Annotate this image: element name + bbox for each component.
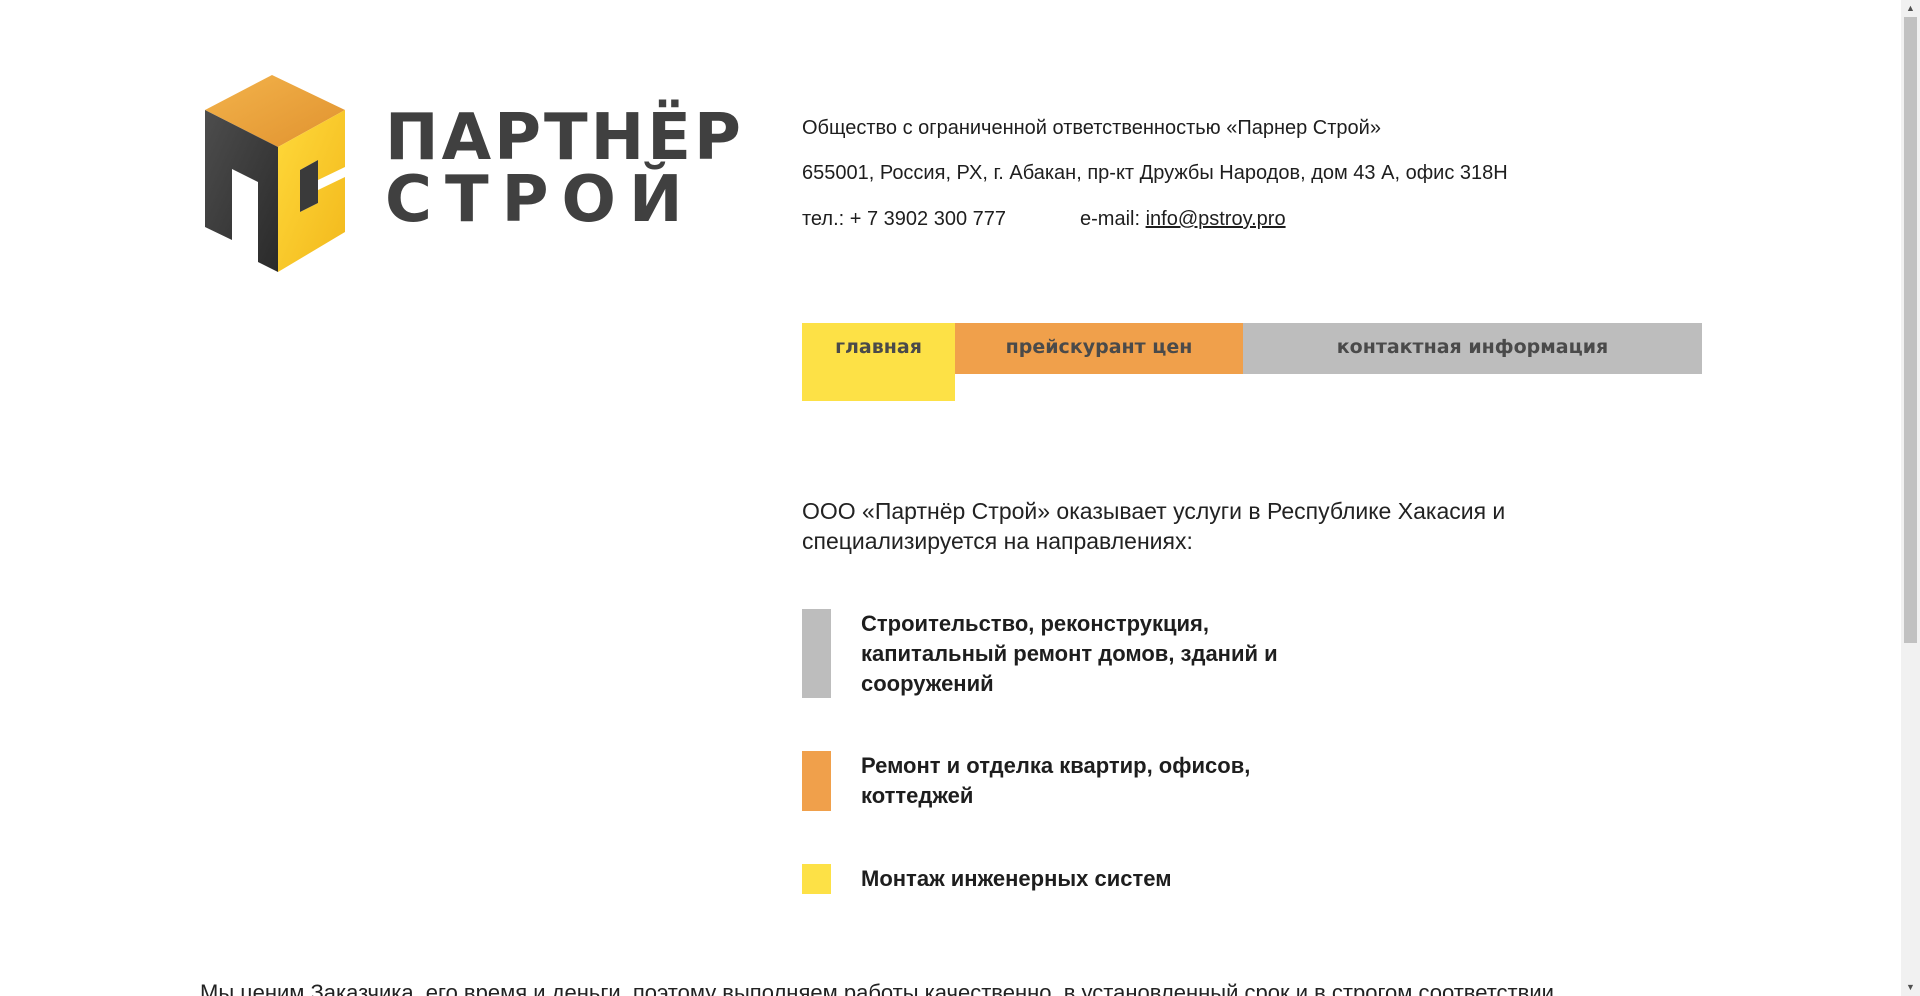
email-block: e-mail: info@pstroy.pro	[1080, 209, 1286, 229]
phone-text: тел.: + 7 3902 300 777	[802, 208, 1006, 230]
cube-logo-icon	[205, 75, 345, 272]
service-marker-gray	[802, 609, 831, 698]
tab-home[interactable]: главная	[802, 323, 955, 401]
tab-prices[interactable]: прейскурант цен	[955, 323, 1243, 374]
email-link[interactable]: info@pstroy.pro	[1146, 208, 1286, 230]
service-label: Монтаж инженерных систем	[861, 866, 1172, 891]
arrow-down-icon[interactable]: ▼	[1901, 979, 1920, 996]
contact-row: тел.: + 7 3902 300 777 e-mail: info@pstr…	[802, 208, 1286, 230]
email-label: e-mail:	[1080, 208, 1146, 230]
page: ПАРТНЁР СТРОЙ Общество с ограниченной от…	[0, 0, 1901, 996]
scrollbar-thumb[interactable]	[1904, 17, 1917, 643]
tab-contacts[interactable]: контактная информация	[1243, 323, 1702, 374]
intro-text: ООО «Партнёр Строй» оказывает услуги в Р…	[802, 498, 1506, 554]
vertical-scrollbar[interactable]: ▲ ▼	[1901, 0, 1920, 996]
service-marker-orange	[802, 751, 831, 811]
logo-line-1: ПАРТНЁР	[385, 101, 744, 175]
service-label: Ремонт и отделка квартир, офисов, коттед…	[861, 753, 1251, 808]
arrow-up-icon[interactable]: ▲	[1901, 0, 1920, 17]
company-name: Общество с ограниченной ответственностью…	[802, 117, 1381, 139]
company-address: 655001, Россия, РХ, г. Абакан, пр-кт Дру…	[802, 162, 1508, 184]
service-marker-yellow	[802, 864, 831, 894]
logo-line-2: СТРОЙ	[385, 163, 696, 237]
main-nav: главная прейскурант цен контактная инфор…	[802, 323, 1702, 403]
bottom-paragraph: Мы ценим Заказчика, его время и деньги, …	[200, 980, 1554, 996]
service-label: Строительство, реконструкция, капитальны…	[861, 611, 1278, 696]
company-logo[interactable]: ПАРТНЁР СТРОЙ	[200, 72, 741, 272]
